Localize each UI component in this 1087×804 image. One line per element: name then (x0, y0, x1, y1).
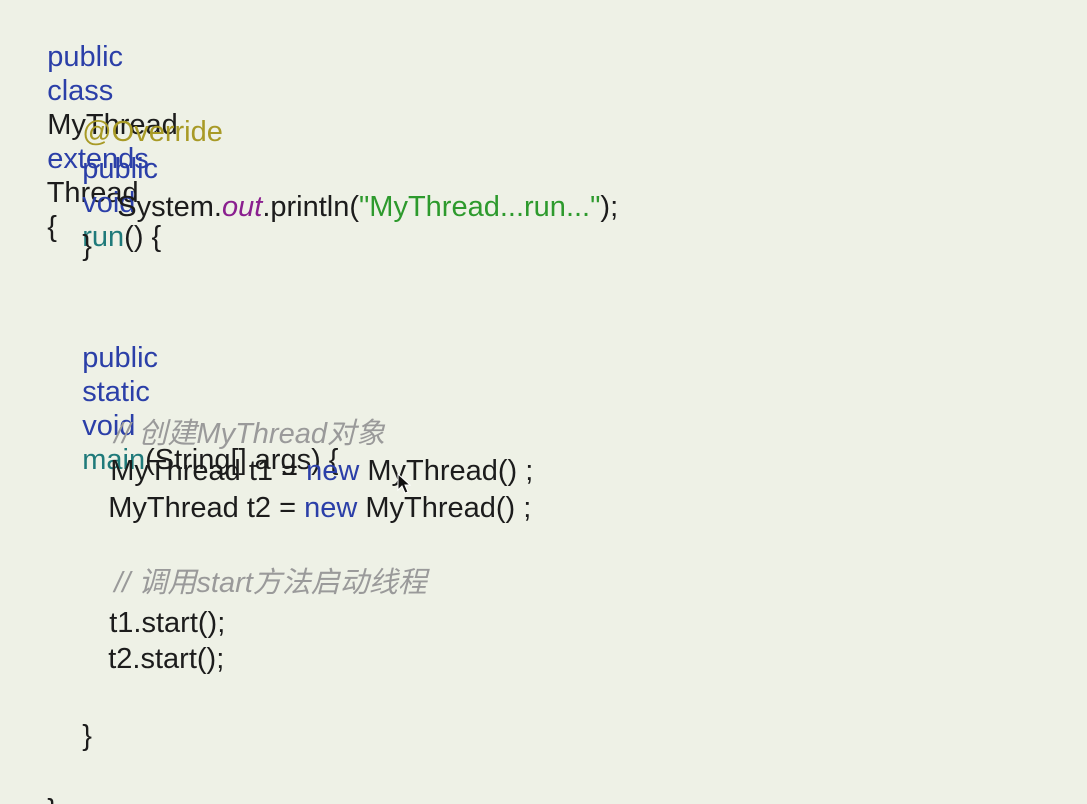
mouse-pointer-icon (397, 473, 411, 494)
out-field: out (221, 191, 263, 223)
code-line-t1-start: t1.start(); (77, 572, 225, 639)
code-line-main-close: } (50, 685, 92, 752)
code-line-run-close: } (50, 195, 92, 262)
keyword-public: public (47, 41, 124, 73)
code-line-comment-create: // 创建MyThread对象 (82, 383, 385, 450)
t2-declaration-prefix: MyThread t2 = (108, 492, 305, 524)
code-line-t2-declaration: MyThread t2 = new MyThread() ; (76, 457, 531, 524)
code-line-class-declaration: public class MyThread extends Thread { (15, 6, 178, 243)
keyword-new: new (304, 492, 358, 524)
code-line-main-declaration: public static void main(String[] args) { (50, 307, 338, 476)
code-line-t2-start: t2.start(); (76, 608, 224, 675)
code-line-annotation: @Override (50, 81, 223, 148)
t2-constructor-call: MyThread() ; (357, 492, 532, 524)
close-brace: } (47, 794, 57, 804)
close-brace: } (82, 230, 92, 262)
code-line-class-close: } (15, 759, 57, 804)
code-line-comment-start: // 调用start方法启动线程 (82, 532, 427, 599)
string-literal: "MyThread...run..." (359, 191, 601, 223)
close-brace: } (82, 720, 92, 752)
system-object: System. (117, 191, 222, 223)
keyword-public: public (82, 342, 159, 374)
code-line-run-declaration: public void run() { (50, 118, 161, 253)
t2-start-call: t2.start(); (108, 643, 225, 675)
println-call: .println( (262, 191, 360, 223)
code-line-println: System.out.println("MyThread...run..."); (85, 156, 618, 223)
statement-end: ); (600, 191, 619, 223)
run-signature-rest: () { (124, 221, 162, 253)
code-editor-panel: public class MyThread extends Thread { @… (0, 0, 1087, 804)
code-line-t1-declaration: MyThread t1 = new MyThread() ; (78, 420, 533, 487)
